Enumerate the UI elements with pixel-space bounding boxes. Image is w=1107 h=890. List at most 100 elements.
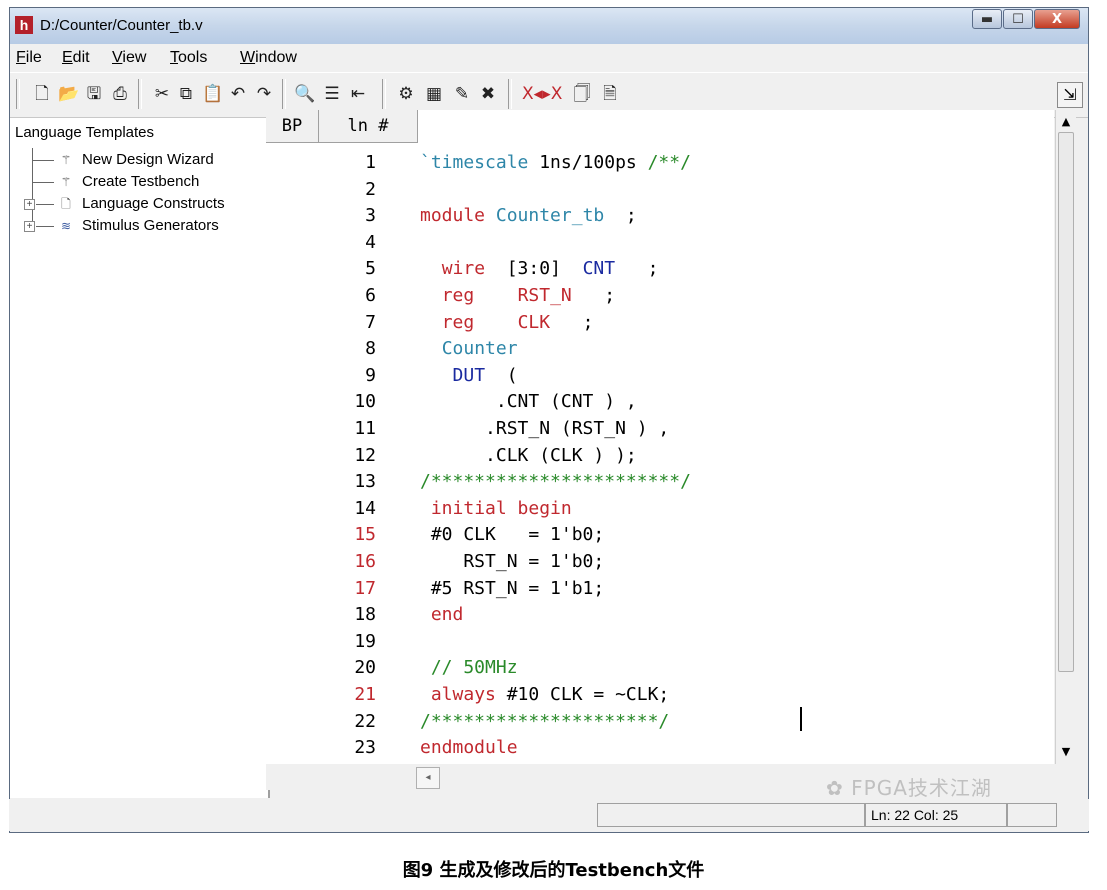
scroll-left-icon[interactable]: ◂: [416, 767, 440, 789]
wizard-icon: ⚚: [60, 153, 72, 167]
code-line[interactable]: 1 `timescale 1ns/100ps /**/: [266, 150, 1046, 176]
tree-line: [36, 204, 54, 205]
code-line[interactable]: 22 /*********************/: [266, 709, 1046, 735]
status-bar: Ln: 22 Col: 25: [9, 799, 1089, 831]
line-number: 15: [354, 524, 376, 546]
tree-item-new-design-wizard[interactable]: ⚚ New Design Wizard: [10, 150, 260, 170]
code-line[interactable]: 11 .RST_N (RST_N ) ,: [266, 416, 1046, 442]
figure-caption: 图9 生成及修改后的Testbench文件: [402, 860, 705, 881]
code-line[interactable]: 18 end: [266, 602, 1046, 628]
generator-icon: ≋: [60, 219, 72, 233]
code-editor[interactable]: BP ln # 1 `timescale 1ns/100ps /**/2 3 modu…: [266, 110, 1054, 764]
title-bar[interactable]: h D:/Counter/Counter_tb.v ▬ ☐ X: [10, 8, 1088, 44]
panel-title: Language Templates: [15, 124, 154, 141]
code-line[interactable]: 9 DUT (: [266, 363, 1046, 389]
line-number: 3: [365, 205, 376, 227]
code-text: DUT (: [452, 364, 518, 386]
code-line[interactable]: 16 RST_N = 1'b0;: [266, 549, 1046, 575]
expand-icon[interactable]: +: [24, 199, 35, 210]
code-line[interactable]: 3 module Counter_tb ;: [266, 203, 1046, 229]
tree-item-create-testbench[interactable]: ⚚ Create Testbench: [10, 172, 260, 192]
line-number: 2: [365, 178, 376, 200]
code-text: RST_N = 1'b0;: [420, 551, 605, 572]
line-number: 10: [354, 391, 376, 413]
code-text: #0 CLK = 1'b0;: [420, 524, 605, 546]
expand-icon[interactable]: +: [24, 221, 35, 232]
status-panel: [1007, 803, 1057, 827]
cut-icon[interactable]: ✂: [152, 83, 172, 105]
code-line[interactable]: 14 initial begin: [266, 496, 1046, 522]
code-line[interactable]: 4: [266, 230, 1046, 256]
menu-file[interactable]: File: [16, 49, 42, 67]
window-controls: ▬ ☐ X: [971, 9, 1080, 31]
code-text: always #10 CLK = ~CLK;: [430, 684, 670, 705]
line-number: 20: [354, 657, 376, 679]
code-line[interactable]: 17 #5 RST_N = 1'b1;: [266, 576, 1046, 602]
code-line[interactable]: 10 .CNT (CNT ) ,: [266, 389, 1046, 415]
toolbar-separator: [508, 79, 512, 109]
dock-icon[interactable]: ⇲: [1057, 82, 1083, 108]
tree-line: [36, 226, 54, 227]
app-logo-icon: h: [15, 16, 33, 34]
code-text: .CLK (CLK ) );: [420, 444, 637, 466]
paste-icon[interactable]: 📋: [202, 83, 223, 105]
code-text: end: [430, 604, 464, 626]
menu-edit[interactable]: Edit: [62, 49, 90, 67]
menu-view[interactable]: View: [112, 49, 146, 67]
print-icon[interactable]: ⎙: [110, 83, 130, 105]
new-file-icon[interactable]: 🗋: [32, 83, 52, 105]
code-line[interactable]: 20 // 50MHz: [266, 655, 1046, 681]
find-icon[interactable]: 🔍: [294, 83, 315, 105]
clear-icon[interactable]: ✖: [478, 83, 498, 105]
maximize-button[interactable]: ☐: [1003, 9, 1033, 29]
tree-line: [32, 182, 54, 183]
scroll-thumb[interactable]: [1058, 132, 1074, 672]
close-button[interactable]: X: [1034, 9, 1080, 29]
code-line[interactable]: 8 Counter: [266, 336, 1046, 362]
code-line[interactable]: 2: [266, 177, 1046, 203]
wave-icon[interactable]: ✎: [452, 83, 472, 105]
code-line[interactable]: 21 always #10 CLK = ~CLK;: [266, 682, 1046, 708]
code-line[interactable]: 12 .CLK (CLK ) );: [266, 443, 1046, 469]
indent-icon[interactable]: ☰: [322, 83, 342, 105]
doc-icon: 🗋: [61, 197, 71, 211]
line-number: 1: [365, 152, 376, 173]
undo-icon[interactable]: ↶: [228, 83, 248, 105]
simulate-icon[interactable]: ▦: [424, 83, 444, 105]
line-number: 11: [354, 418, 376, 439]
code-line[interactable]: 19: [266, 629, 1046, 655]
code-text: /***********************/: [420, 471, 691, 493]
minimize-button[interactable]: ▬: [972, 9, 1002, 29]
line-number: 12: [354, 444, 376, 466]
code-line[interactable]: 6 reg RST_N ;: [266, 283, 1046, 309]
outdent-icon[interactable]: ⇤: [348, 83, 368, 105]
code-text: reg CLK ;: [441, 311, 594, 333]
redo-icon[interactable]: ↷: [254, 83, 274, 105]
code-line[interactable]: 13 /***********************/: [266, 469, 1046, 495]
code-line[interactable]: 15 #0 CLK = 1'b0;: [266, 522, 1046, 548]
tree-item-language-constructs[interactable]: + 🗋 Language Constructs: [10, 194, 260, 214]
compile-icon[interactable]: ⚙: [396, 83, 416, 105]
code-line[interactable]: 5 wire [3:0] CNT ;: [266, 256, 1046, 282]
toolbar-separator: [382, 79, 386, 109]
code-text: endmodule: [420, 737, 518, 759]
scroll-down-icon[interactable]: ▼: [1056, 742, 1076, 762]
code-text: Counter: [441, 338, 518, 360]
cursor-position: Ln: 22 Col: 25: [871, 807, 959, 823]
line-number: 6: [365, 285, 376, 306]
tree-item-stimulus-generators[interactable]: + ≋ Stimulus Generators: [10, 216, 260, 236]
open-folder-icon[interactable]: 📂: [58, 83, 79, 105]
menu-window[interactable]: Window: [240, 49, 297, 67]
scroll-up-icon[interactable]: ▲: [1056, 112, 1076, 132]
code-line[interactable]: 7 reg CLK ;: [266, 310, 1046, 336]
save-icon[interactable]: 🖫: [84, 83, 104, 105]
doc2-icon[interactable]: 🗎: [600, 83, 620, 105]
code-line[interactable]: 23 endmodule: [266, 735, 1046, 761]
comment-icon[interactable]: X◂▸X: [522, 83, 562, 105]
menu-tools[interactable]: Tools: [170, 49, 207, 67]
tree-item-label: Stimulus Generators: [82, 217, 219, 234]
vertical-scrollbar[interactable]: ▲ ▼: [1055, 110, 1076, 764]
doc-icon[interactable]: 🗍: [572, 83, 592, 105]
copy-icon[interactable]: ⧉: [176, 83, 196, 105]
gutter-header: BP ln #: [266, 110, 418, 143]
